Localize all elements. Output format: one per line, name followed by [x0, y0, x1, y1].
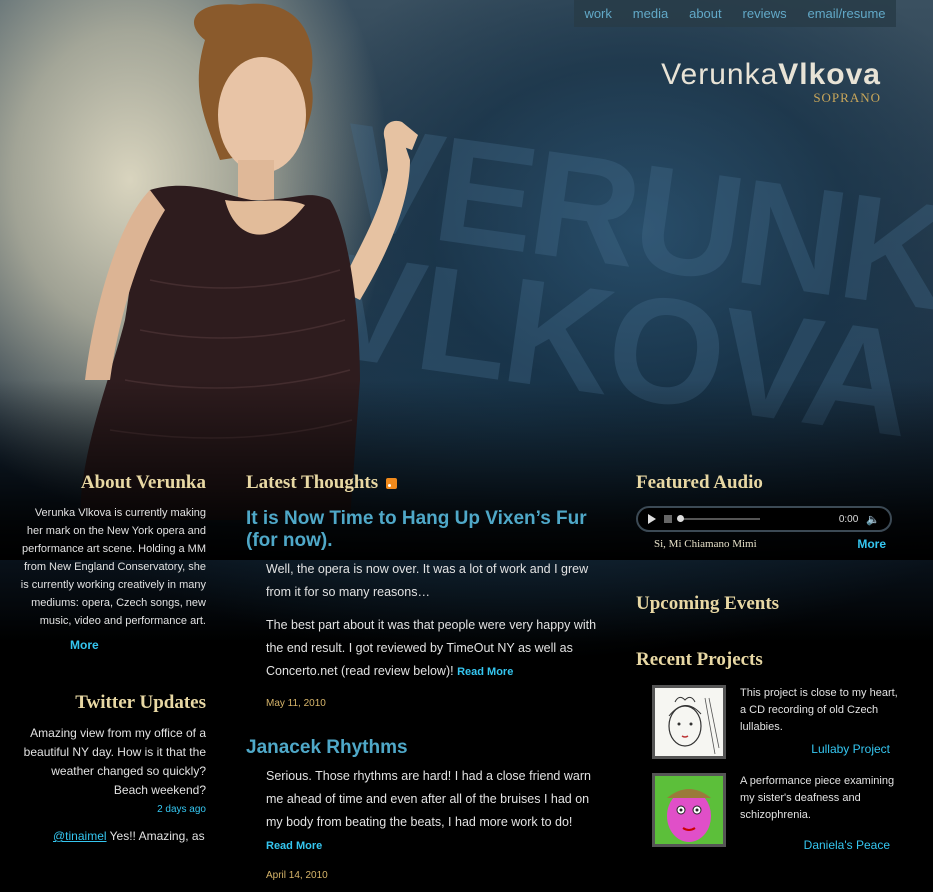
audio-heading: Featured Audio — [636, 472, 763, 493]
nav-email-resume[interactable]: email/resume — [808, 6, 886, 21]
about-more-link[interactable]: More — [70, 638, 99, 652]
project-info: A performance piece examining my sister'… — [726, 773, 906, 852]
tweet-2: @tinaimel Yes!! Amazing, as — [20, 829, 206, 843]
nav-media[interactable]: media — [633, 6, 668, 21]
tweet-timestamp[interactable]: 2 days ago — [20, 804, 206, 815]
projects-heading: Recent Projects — [636, 649, 763, 670]
post-body: Serious. Those rhythms are hard! I had a… — [246, 765, 600, 858]
project-info: This project is close to my heart, a CD … — [726, 685, 906, 759]
project-thumbnail[interactable] — [652, 685, 726, 759]
first-name: Verunka — [661, 58, 779, 91]
nav-reviews[interactable]: reviews — [743, 6, 787, 21]
project-item: A performance piece examining my sister'… — [636, 773, 906, 852]
post-title[interactable]: Janacek Rhythms — [246, 737, 600, 759]
twitter-heading: Twitter Updates — [75, 692, 206, 713]
middle-column: Latest Thoughts It is Now Time to Hang U… — [246, 472, 600, 881]
post-paragraph-text: Serious. Those rhythms are hard! I had a… — [266, 769, 591, 829]
tweet-2-text: Yes!! Amazing, as — [106, 829, 205, 843]
nav-about[interactable]: about — [689, 6, 722, 21]
audio-player: 0:00 🔈 — [636, 506, 892, 532]
site-title: VerunkaVlkova — [661, 58, 881, 92]
post-body: Well, the opera is now over. It was a lo… — [246, 558, 600, 684]
site-subtitle: SOPRANO — [813, 90, 881, 105]
tweet-handle-link[interactable]: @tinaimel — [53, 829, 107, 843]
project-item: This project is close to my heart, a CD … — [636, 685, 906, 759]
post-paragraph: Serious. Those rhythms are hard! I had a… — [266, 765, 600, 858]
left-column: About Verunka Verunka Vlkova is currentl… — [20, 472, 206, 843]
thoughts-heading-text: Latest Thoughts — [246, 472, 379, 493]
song-row: Si, Mi Chiamano Mimi More — [636, 537, 886, 551]
project-thumbnail[interactable] — [652, 773, 726, 847]
right-column: Featured Audio 0:00 🔈 Si, Mi Chiamano Mi… — [636, 472, 906, 852]
post-paragraph: The best part about it was that people w… — [266, 614, 600, 684]
tweet-text: Amazing view from my office of a beautif… — [23, 726, 206, 797]
thoughts-heading: Latest Thoughts — [246, 472, 600, 494]
song-title: Si, Mi Chiamano Mimi — [654, 538, 757, 550]
post-paragraph: Well, the opera is now over. It was a lo… — [266, 562, 589, 599]
volume-icon[interactable]: 🔈 — [866, 513, 880, 526]
top-nav: work media about reviews email/resume — [574, 0, 896, 27]
project-link[interactable]: Daniela's Peace — [726, 838, 906, 852]
audio-more-link[interactable]: More — [857, 537, 886, 551]
stop-icon[interactable] — [664, 515, 672, 523]
project-link[interactable]: Lullaby Project — [726, 742, 906, 756]
sketch-face-icon — [667, 789, 711, 842]
project-description: A performance piece examining my sister'… — [740, 775, 895, 821]
post-title[interactable]: It is Now Time to Hang Up Vixen’s Fur (f… — [246, 508, 600, 552]
post-date: April 14, 2010 — [266, 870, 328, 881]
post-date: May 11, 2010 — [266, 698, 326, 709]
about-heading: About Verunka — [80, 472, 206, 493]
play-icon[interactable] — [648, 514, 656, 524]
site-brand: VerunkaVlkova SOPRANO — [661, 58, 881, 106]
audio-progress-slider[interactable] — [677, 515, 760, 522]
twitter-section: Twitter Updates Amazing view from my off… — [20, 692, 206, 843]
read-more-link[interactable]: Read More — [457, 666, 513, 678]
nav-work[interactable]: work — [584, 6, 611, 21]
sketch-face-icon — [668, 696, 720, 755]
rss-icon[interactable] — [386, 477, 398, 489]
audio-time: 0:00 — [838, 513, 859, 525]
about-text: Verunka Vlkova is currently making her m… — [20, 507, 206, 627]
read-more-link[interactable]: Read More — [266, 840, 322, 852]
post-paragraph-text: The best part about it was that people w… — [266, 618, 597, 678]
project-description: This project is close to my heart, a CD … — [740, 687, 898, 733]
events-heading: Upcoming Events — [636, 593, 780, 614]
last-name: Vlkova — [778, 58, 881, 91]
